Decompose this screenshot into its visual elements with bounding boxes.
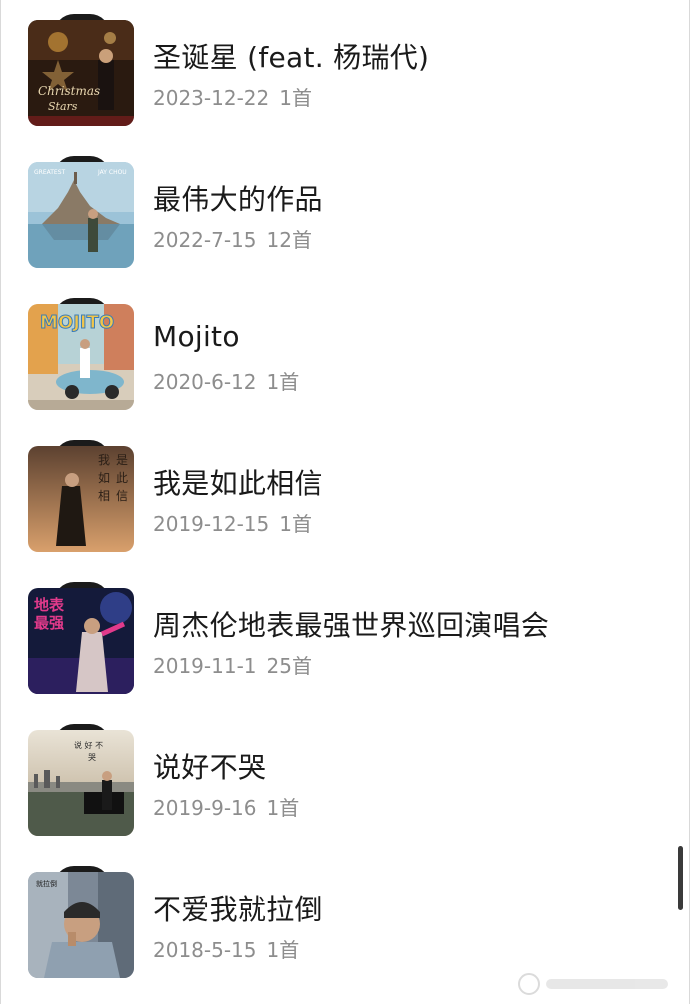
album-row-greatest-works[interactable]: GREATEST JAY CHOU 最伟大的作品 2022-7-15 12首	[0, 142, 690, 284]
album-row-wont-cry[interactable]: 说 好 不 哭 说好不哭 2019-9-16 1首	[0, 710, 690, 852]
release-date: 2019-11-1	[153, 654, 257, 678]
album-row-christmas-star[interactable]: Christmas Stars 圣诞星 (feat. 杨瑞代) 2023-12-…	[0, 0, 690, 142]
album-art: 我 是 如 此 相 信	[28, 440, 136, 552]
album-title: 圣诞星 (feat. 杨瑞代)	[153, 41, 430, 74]
album-title: Mojito	[153, 320, 240, 353]
svg-text:GREATEST: GREATEST	[34, 169, 66, 176]
album-art: GREATEST JAY CHOU	[28, 156, 136, 268]
if-you-dont-love-me-cover-icon: 就拉倒	[28, 872, 134, 978]
watermark	[518, 972, 668, 996]
svg-text:就拉倒: 就拉倒	[36, 879, 57, 888]
i-believe-cover-icon: 我 是 如 此 相 信	[28, 446, 134, 552]
album-title: 我是如此相信	[153, 467, 323, 500]
svg-text:此: 此	[116, 471, 128, 485]
release-date: 2023-12-22	[153, 86, 270, 110]
album-art: 说 好 不 哭	[28, 724, 136, 836]
svg-text:MOJITO: MOJITO	[40, 312, 114, 333]
world-tour-cover-icon: 地表 最强	[28, 588, 134, 694]
svg-text:JAY CHOU: JAY CHOU	[97, 169, 127, 176]
album-meta: 2018-5-15 1首	[153, 934, 299, 963]
svg-text:Stars: Stars	[48, 100, 78, 113]
track-count: 1首	[279, 86, 312, 110]
svg-text:Christmas: Christmas	[38, 84, 100, 98]
album-row-world-tour[interactable]: 地表 最强 周杰伦地表最强世界巡回演唱会 2019-11-1 25首	[0, 568, 690, 710]
track-count: 1首	[266, 938, 300, 962]
svg-text:说 好 不: 说 好 不	[74, 740, 103, 750]
svg-text:哭: 哭	[88, 753, 96, 762]
album-row-mojito[interactable]: MOJITO Mojito 2020-6-12 1首	[0, 284, 690, 426]
track-count: 12首	[266, 228, 312, 252]
svg-text:相: 相	[98, 489, 110, 503]
release-date: 2020-6-12	[153, 370, 257, 394]
album-title: 最伟大的作品	[153, 183, 323, 216]
mojito-cover-icon: MOJITO	[28, 304, 134, 410]
album-art: 地表 最强	[28, 582, 136, 694]
album-title: 周杰伦地表最强世界巡回演唱会	[153, 609, 550, 642]
release-date: 2019-9-16	[153, 796, 257, 820]
album-meta: 2019-9-16 1首	[153, 792, 299, 821]
album-meta: 2023-12-22 1首	[153, 82, 312, 111]
album-row-i-believe[interactable]: 我 是 如 此 相 信 我是如此相信 2019-12-15 1首	[0, 426, 690, 568]
svg-text:我: 我	[98, 453, 110, 467]
svg-text:是: 是	[116, 453, 128, 467]
svg-text:如: 如	[98, 470, 110, 485]
album-title: 说好不哭	[153, 751, 267, 784]
watermark-bar	[546, 979, 668, 989]
track-count: 1首	[279, 512, 312, 536]
wont-cry-cover-icon: 说 好 不 哭	[28, 730, 134, 836]
album-meta: 2019-12-15 1首	[153, 508, 312, 537]
track-count: 1首	[266, 370, 300, 394]
album-art: Christmas Stars	[28, 14, 136, 126]
track-count: 25首	[266, 654, 312, 678]
svg-text:信: 信	[116, 489, 128, 503]
greatest-works-cover-icon: GREATEST JAY CHOU	[28, 162, 134, 268]
album-meta: 2020-6-12 1首	[153, 366, 299, 395]
album-meta: 2022-7-15 12首	[153, 224, 312, 253]
album-title: 不爱我就拉倒	[153, 893, 323, 926]
release-date: 2022-7-15	[153, 228, 257, 252]
svg-text:最强: 最强	[34, 614, 64, 632]
christmas-star-cover-icon: Christmas Stars	[28, 20, 134, 126]
svg-text:地表: 地表	[34, 596, 65, 614]
release-date: 2018-5-15	[153, 938, 257, 962]
track-count: 1首	[266, 796, 300, 820]
watermark-logo-icon	[518, 973, 540, 995]
album-art: MOJITO	[28, 298, 136, 410]
album-art: 就拉倒	[28, 866, 136, 978]
album-list: Christmas Stars 圣诞星 (feat. 杨瑞代) 2023-12-…	[0, 0, 690, 1004]
release-date: 2019-12-15	[153, 512, 270, 536]
scrollbar-thumb[interactable]	[678, 846, 683, 910]
album-meta: 2019-11-1 25首	[153, 650, 312, 679]
